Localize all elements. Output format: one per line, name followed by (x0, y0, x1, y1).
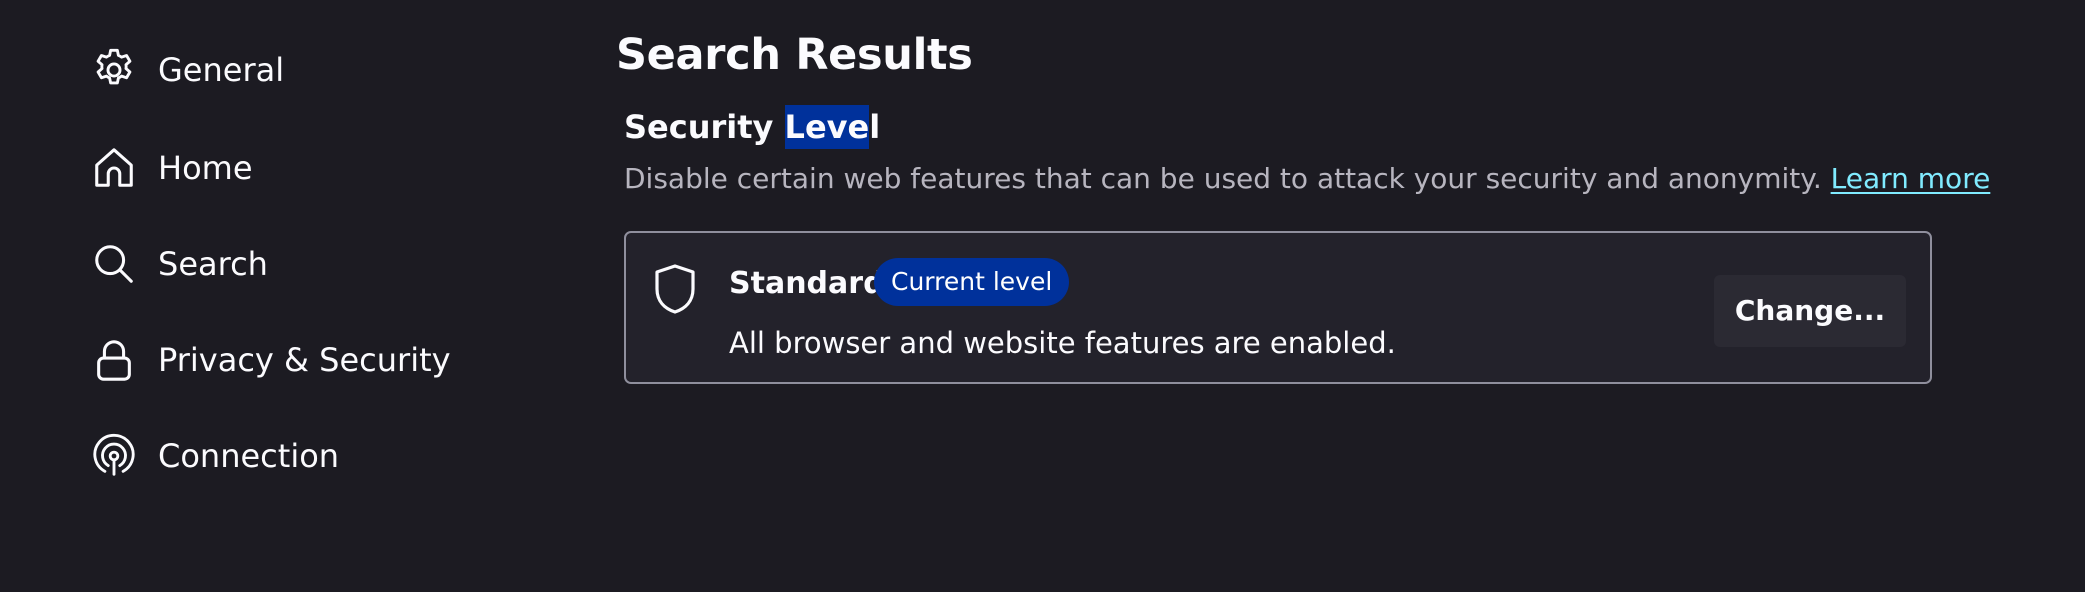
heading-text-prefix: Security (624, 107, 785, 146)
security-level-name: Standard (729, 265, 885, 301)
sidebar-item-privacy-security[interactable]: Privacy & Security (90, 312, 560, 408)
sidebar-item-label-general: General (158, 51, 285, 89)
security-level-description: Disable certain web features that can be… (624, 161, 1990, 196)
current-level-badge: Current level (874, 257, 1070, 306)
lock-icon (90, 336, 138, 384)
sidebar-item-search[interactable]: Search (90, 216, 560, 312)
heading-text-suffix: l (869, 107, 881, 146)
search-icon (90, 240, 138, 288)
sidebar-item-label-home: Home (158, 149, 253, 187)
security-level-section: Security Level Disable certain web featu… (624, 104, 1990, 384)
connection-icon (90, 432, 138, 480)
sidebar-item-label-search: Search (158, 245, 268, 283)
page-title: Search Results (616, 30, 973, 80)
security-level-details: All browser and website features are ena… (729, 325, 1396, 360)
sidebar-item-connection[interactable]: Connection (90, 408, 560, 504)
sidebar-item-general[interactable]: General (90, 22, 560, 118)
change-security-level-button[interactable]: Change... (1714, 274, 1906, 347)
sidebar-item-home[interactable]: Home (90, 120, 560, 216)
description-text: Disable certain web features that can be… (624, 161, 1831, 195)
gear-icon (90, 46, 138, 94)
shield-icon (651, 263, 699, 315)
security-level-heading: Security Level (624, 104, 1986, 149)
home-icon (90, 144, 138, 192)
sidebar: General Home Search Privacy & Security C… (90, 24, 560, 504)
search-match-highlight: Leve (784, 104, 870, 149)
learn-more-link[interactable]: Learn more (1831, 162, 1991, 195)
search-results-pane: Search Results Security Level Disable ce… (616, 30, 1990, 384)
sidebar-item-label-connection: Connection (158, 437, 340, 475)
sidebar-item-label-privacy-security: Privacy & Security (158, 341, 451, 379)
security-level-card: Standard Current level All browser and w… (624, 230, 1932, 384)
